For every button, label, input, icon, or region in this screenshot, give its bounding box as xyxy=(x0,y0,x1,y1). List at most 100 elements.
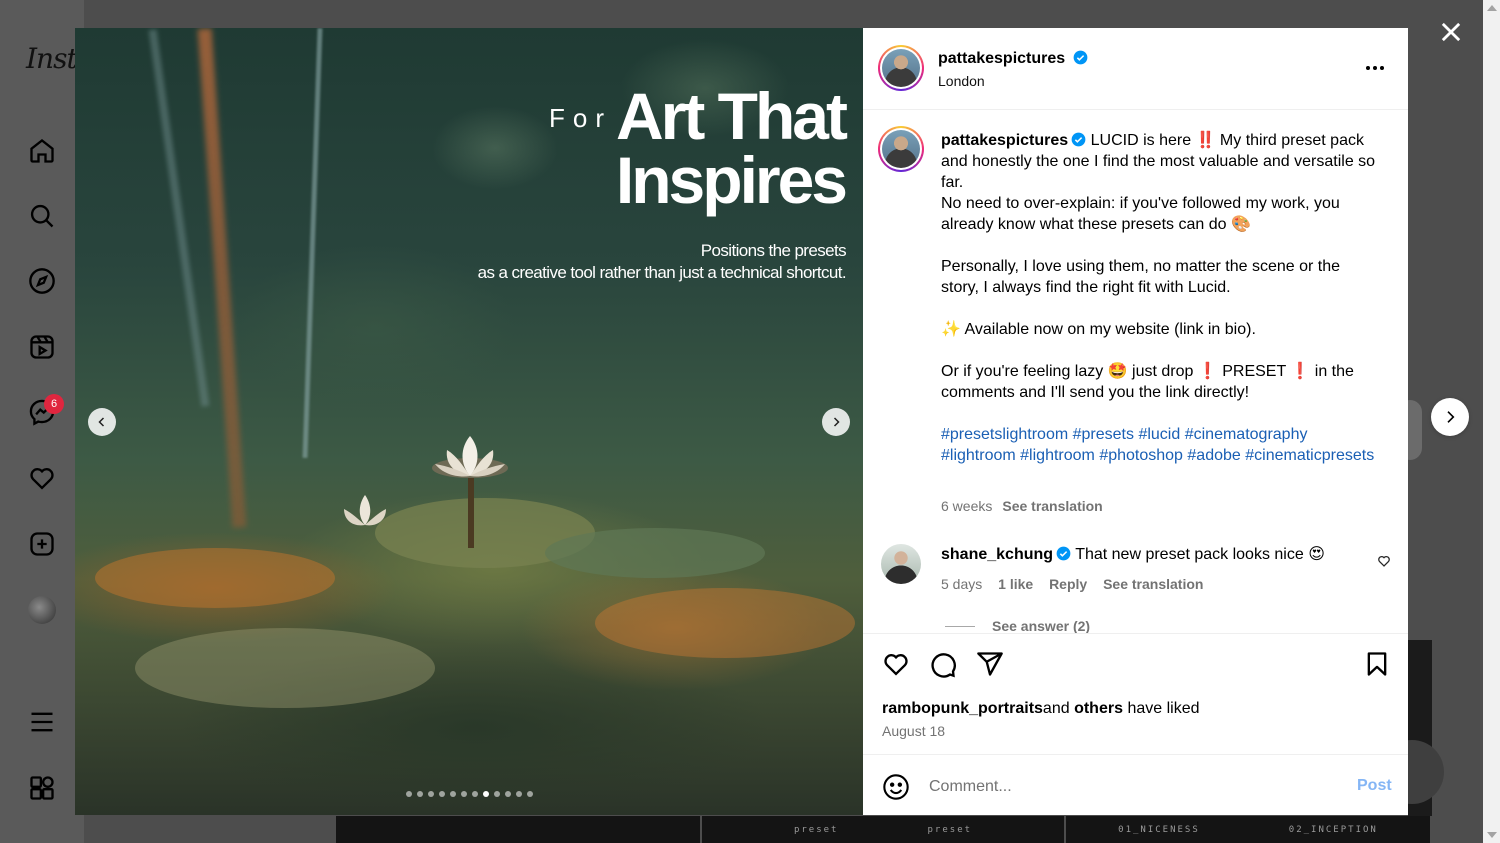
hashtag-link[interactable]: #lightroom xyxy=(1020,447,1095,464)
profile-avatar[interactable] xyxy=(28,596,56,624)
post-comment-button[interactable]: Post xyxy=(1357,777,1392,795)
slide-dot xyxy=(526,791,533,797)
explore-icon[interactable] xyxy=(28,267,56,295)
thumbnail-label: preset xyxy=(793,824,839,835)
create-icon[interactable] xyxy=(28,530,56,558)
slide-indicator xyxy=(75,791,863,797)
like-heart-icon[interactable] xyxy=(882,650,910,678)
chevron-left-icon xyxy=(98,417,105,427)
lily-stem xyxy=(468,478,474,548)
caption-author-avatar[interactable] xyxy=(878,126,924,172)
background-thumbnail xyxy=(336,816,700,843)
scroll-down-arrow-icon[interactable] xyxy=(1487,832,1497,838)
sidebar: Inst 6 xyxy=(0,0,84,843)
hashtag-link[interactable]: #lucid xyxy=(1138,426,1180,443)
lily-pad xyxy=(135,628,435,708)
hashtag-link[interactable]: #lightroom xyxy=(941,447,1016,464)
hashtag-link[interactable]: #presets xyxy=(1073,426,1134,443)
search-icon[interactable] xyxy=(28,202,56,230)
emoji-icon[interactable] xyxy=(882,773,910,801)
comment-likes[interactable]: 1 like xyxy=(998,576,1033,592)
post-header: pattakespictures London xyxy=(863,28,1408,110)
comment-age[interactable]: 5 days xyxy=(941,576,982,592)
next-post-button[interactable] xyxy=(1431,398,1469,436)
comment-bar: Post xyxy=(863,754,1408,816)
save-bookmark-icon[interactable] xyxy=(1363,650,1391,678)
scroll-up-arrow-icon[interactable] xyxy=(1487,5,1497,11)
hashtag-link[interactable]: #adobe xyxy=(1187,447,1240,464)
media-title-for: For xyxy=(549,103,613,133)
commenter-avatar[interactable] xyxy=(881,544,921,584)
likes-suffix: have liked xyxy=(1127,700,1200,717)
comment-input[interactable] xyxy=(929,773,1329,801)
slide-dot xyxy=(493,791,500,797)
slide-dot xyxy=(405,791,412,797)
see-translation-button[interactable]: See translation xyxy=(1002,498,1102,514)
post-location[interactable]: London xyxy=(938,73,985,89)
slide-dot xyxy=(438,791,445,797)
thumbnail-label: 01_NICENESS xyxy=(1118,824,1200,835)
media-subtitle: as a creative tool rather than just a te… xyxy=(477,263,847,282)
media-reed xyxy=(148,29,210,407)
chevron-right-icon xyxy=(833,417,840,427)
comment-body: shane_kchung That new preset pack looks … xyxy=(941,544,1361,564)
media-reed xyxy=(197,28,247,528)
menu-icon[interactable] xyxy=(28,708,56,736)
comment-icon[interactable] xyxy=(929,650,957,678)
see-answer-label[interactable]: See answer (2) xyxy=(992,618,1090,634)
hashtag-link[interactable]: #cinematography xyxy=(1185,426,1308,443)
author-username-text[interactable]: pattakespictures xyxy=(938,50,1065,67)
post-date[interactable]: August 18 xyxy=(882,723,945,739)
heart-icon[interactable] xyxy=(28,464,56,492)
comment-meta: 5 days 1 like Reply See translation xyxy=(941,576,1215,592)
slide-dot xyxy=(482,791,489,797)
media-reed xyxy=(302,28,323,458)
author-username[interactable]: pattakespictures xyxy=(938,50,1088,68)
slide-dot xyxy=(504,791,511,797)
hashtag-link[interactable]: #cinematicpresets xyxy=(1245,447,1374,464)
comment-see-translation-button[interactable]: See translation xyxy=(1103,576,1203,592)
slide-dot xyxy=(471,791,478,797)
slide-dot xyxy=(427,791,434,797)
comment-text: That new preset pack looks nice 😍 xyxy=(1075,546,1325,563)
media-title: ForArt That Inspires xyxy=(549,79,848,217)
post-actions: rambopunk_portraitsand others have liked… xyxy=(863,633,1408,815)
chevron-right-icon xyxy=(1447,411,1455,423)
commenter-username[interactable]: shane_kchung xyxy=(941,546,1053,563)
share-icon[interactable] xyxy=(976,650,1004,678)
likes-and-text: and xyxy=(1042,700,1070,717)
more-options-icon[interactable] xyxy=(1363,58,1387,78)
hashtag-link[interactable]: #presetslightroom xyxy=(941,426,1068,443)
caption-meta: 6 weeks See translation xyxy=(941,498,1103,514)
liked-by-others[interactable]: others xyxy=(1074,700,1123,717)
liked-by-user[interactable]: rambopunk_portraits xyxy=(882,700,1043,717)
post-caption: pattakespictures LUCID is here ‼️ My thi… xyxy=(941,130,1381,466)
reels-icon[interactable] xyxy=(28,333,56,361)
also-from-meta-icon[interactable] xyxy=(28,774,56,802)
media-subtitle: Positions the presets xyxy=(700,241,847,260)
media-title-inspires: Inspires xyxy=(615,143,848,217)
notification-badge: 6 xyxy=(44,394,64,414)
replies-line xyxy=(945,625,975,627)
home-icon[interactable] xyxy=(28,137,56,165)
next-slide-button[interactable] xyxy=(822,408,850,436)
water-lily xyxy=(432,436,508,478)
caption-username[interactable]: pattakespictures xyxy=(941,132,1068,149)
thumbnail-label: preset xyxy=(927,824,973,835)
previous-slide-button[interactable] xyxy=(88,408,116,436)
comment-like-heart-icon[interactable] xyxy=(1377,554,1391,568)
post-age[interactable]: 6 weeks xyxy=(941,498,992,514)
author-avatar[interactable] xyxy=(878,45,924,91)
instagram-logo[interactable]: Inst xyxy=(26,42,78,75)
scrollbar[interactable] xyxy=(1483,0,1500,843)
reply-button[interactable]: Reply xyxy=(1049,576,1087,592)
media-title-art: Art That xyxy=(616,79,848,153)
post-panel: pattakespictures London pattakespictures… xyxy=(863,28,1408,815)
see-replies-button[interactable]: See answer (2) xyxy=(945,618,1090,634)
verified-badge-icon xyxy=(1056,546,1071,561)
lily-pad xyxy=(595,588,855,658)
hashtag-link[interactable]: #photoshop xyxy=(1099,447,1183,464)
close-icon[interactable] xyxy=(1437,18,1465,46)
caption-text: Or if you're feeling lazy 🤩 just drop ❗ … xyxy=(941,363,1354,401)
post-media[interactable]: ForArt That Inspires Positions the prese… xyxy=(75,28,863,815)
